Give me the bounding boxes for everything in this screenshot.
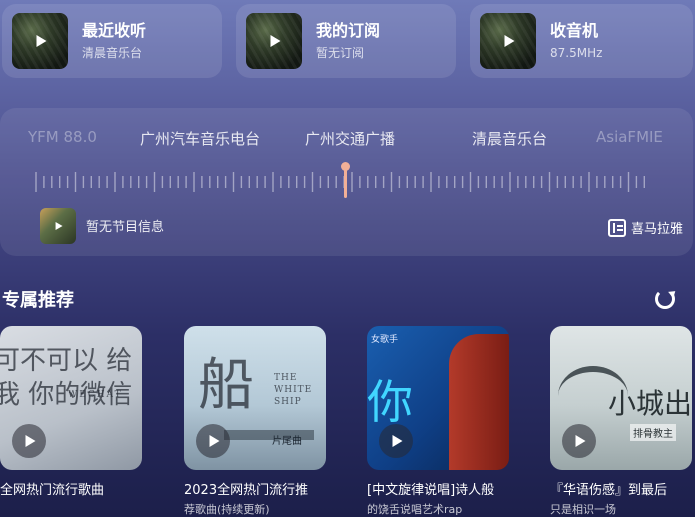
- section-title: 专属推荐: [2, 290, 74, 311]
- card-subtitle: 清晨音乐台: [82, 46, 143, 60]
- station-item[interactable]: AsiaFMIE: [596, 128, 663, 146]
- cover-badge: WECHAT: [68, 390, 123, 400]
- card-title: 最近收听: [82, 21, 147, 40]
- cover-text: 可不可以 给我 你的微信: [0, 346, 133, 410]
- play-icon: [209, 435, 220, 447]
- playlist-cover: 女歌手 你: [367, 326, 509, 470]
- play-button[interactable]: [379, 424, 413, 458]
- recent-listening-card[interactable]: 最近收听 清晨音乐台: [2, 4, 222, 78]
- playlist-subtitle: 荐歌曲(持续更新): [184, 503, 270, 516]
- play-icon: [270, 35, 281, 47]
- play-icon: [55, 222, 63, 230]
- subscription-thumbnail: [246, 13, 302, 69]
- play-button[interactable]: [562, 424, 596, 458]
- cover-badge: 排骨教主: [630, 424, 676, 441]
- radio-thumbnail: [480, 13, 536, 69]
- recommend-card[interactable]: 可不可以 给我 你的微信 WECHAT 全网热门流行歌曲: [0, 326, 142, 503]
- cover-text: 小城出: [608, 387, 692, 420]
- playlist-title: 全网热门流行歌曲: [0, 483, 105, 498]
- cover-badge: 女歌手: [371, 335, 399, 345]
- playlist-cover: 小城出 排骨教主: [550, 326, 692, 470]
- recommend-card[interactable]: 小城出 排骨教主 『华语伤感』到最后 只是相识一场: [550, 326, 692, 517]
- station-item[interactable]: 清晨音乐台: [472, 128, 547, 149]
- play-icon: [575, 435, 586, 447]
- ximalaya-provider[interactable]: 喜马拉雅: [607, 218, 683, 237]
- playlist-title: [中文旋律说唱]诗人般: [367, 483, 495, 498]
- card-subtitle: 87.5MHz: [550, 46, 603, 60]
- cover-text: 船: [198, 353, 254, 418]
- playlist-subtitle: 的饶舌说唱艺术rap: [367, 503, 463, 516]
- refresh-icon[interactable]: [655, 289, 675, 309]
- station-item[interactable]: 广州汽车音乐电台: [140, 128, 260, 149]
- card-title: 我的订阅: [316, 21, 381, 40]
- card-subtitle: 暂无订阅: [316, 46, 365, 60]
- playlist-title: 2023全网热门流行推: [184, 483, 309, 498]
- playlist-subtitle: 只是相识一场: [550, 503, 616, 516]
- recommend-card[interactable]: 女歌手 你 [中文旋律说唱]诗人般 的饶舌说唱艺术rap: [367, 326, 509, 517]
- my-subscriptions-card[interactable]: 我的订阅 暂无订阅: [236, 4, 456, 78]
- provider-label: 喜马拉雅: [630, 222, 683, 237]
- cover-note: 片尾曲: [272, 436, 302, 447]
- play-icon: [504, 35, 515, 47]
- frequency-needle[interactable]: [341, 162, 350, 198]
- radio-tuner-panel: YFM 88.0 广州汽车音乐电台 广州交通广播 清晨音乐台 AsiaFMIE …: [0, 108, 693, 256]
- program-info: 暂无节目信息: [86, 220, 165, 235]
- station-item[interactable]: 广州交通广播: [305, 128, 395, 149]
- radio-card[interactable]: 收音机 87.5MHz: [470, 4, 693, 78]
- play-icon: [25, 435, 36, 447]
- playlist-title: 『华语伤感』到最后: [550, 483, 668, 498]
- ximalaya-logo-icon: [607, 218, 626, 237]
- play-button[interactable]: [12, 424, 46, 458]
- play-button[interactable]: [196, 424, 230, 458]
- playlist-cover: 可不可以 给我 你的微信 WECHAT: [0, 326, 142, 470]
- cover-text: 你: [367, 375, 413, 429]
- recent-thumbnail: [12, 13, 68, 69]
- play-icon: [392, 435, 403, 447]
- station-item[interactable]: YFM 88.0: [28, 128, 97, 146]
- cover-badge: THE WHITE SHIP: [274, 373, 313, 407]
- play-icon: [36, 35, 47, 47]
- program-thumbnail[interactable]: [40, 208, 76, 244]
- singer-image: [449, 334, 509, 470]
- playlist-cover: 船 THE WHITE SHIP 片尾曲: [184, 326, 326, 470]
- recommend-card[interactable]: 船 THE WHITE SHIP 片尾曲 2023全网热门流行推 荐歌曲(持续更…: [184, 326, 326, 517]
- card-title: 收音机: [550, 21, 599, 40]
